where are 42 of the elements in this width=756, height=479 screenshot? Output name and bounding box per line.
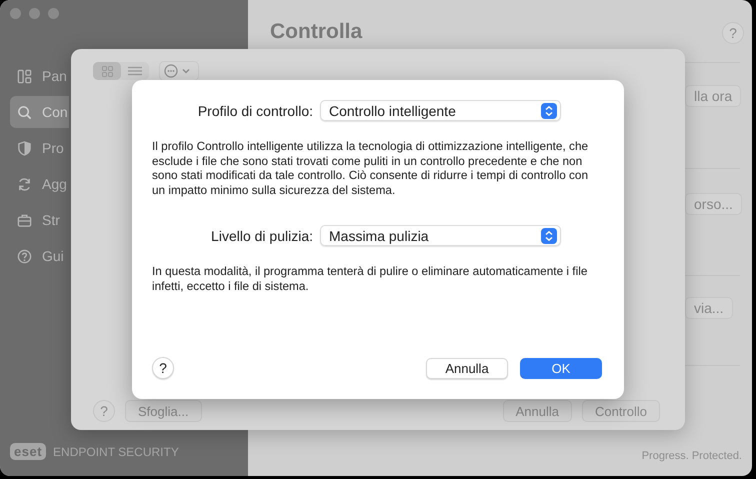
view-toggle[interactable] bbox=[93, 62, 149, 80]
dashboard-icon bbox=[17, 68, 32, 84]
zoom-window-button[interactable] bbox=[48, 8, 59, 19]
help-button[interactable]: ? bbox=[722, 22, 744, 44]
browse-button[interactable]: Sfoglia... bbox=[125, 400, 202, 422]
sidebar-item[interactable]: Pro bbox=[10, 132, 69, 164]
sidebar-item[interactable]: Str bbox=[10, 204, 69, 236]
shield-icon bbox=[17, 140, 32, 156]
sidebar-item[interactable]: Con bbox=[10, 96, 69, 128]
sidebar-item[interactable]: Pan bbox=[10, 60, 69, 92]
dropdown[interactable]: Massima pulizia bbox=[320, 225, 561, 246]
grid-icon bbox=[102, 66, 112, 76]
description-text: In questa modalità, il programma tenterà di pulire o eliminare automaticamente i file infetti, eccetto i file di sistema. bbox=[152, 264, 588, 293]
page-title: Controlla bbox=[270, 20, 362, 44]
ok-button[interactable]: OK bbox=[520, 358, 602, 378]
stepper-icon bbox=[541, 228, 557, 244]
action-button[interactable]: via... bbox=[685, 297, 733, 319]
cancel-button[interactable]: Annulla bbox=[426, 358, 508, 378]
dropdown[interactable]: Controllo intelligente bbox=[320, 100, 561, 121]
close-window-button[interactable] bbox=[10, 8, 21, 19]
sidebar-item[interactable]: Agg bbox=[10, 168, 69, 200]
search-icon bbox=[17, 104, 32, 120]
sidebar-item[interactable]: Gui bbox=[10, 240, 69, 272]
refresh-icon bbox=[17, 176, 32, 192]
stepper-icon bbox=[541, 102, 557, 118]
list-icon bbox=[128, 66, 142, 76]
logo-mark: eset bbox=[10, 443, 46, 460]
product-name: ENDPOINT SECURITY bbox=[53, 444, 179, 458]
help-button[interactable]: ? bbox=[93, 400, 115, 422]
field-label: Livello di pulizia: bbox=[210, 228, 313, 244]
sheet-button[interactable]: Controllo bbox=[582, 400, 660, 422]
action-button[interactable]: lla ora bbox=[685, 85, 742, 107]
minimize-window-button[interactable] bbox=[29, 8, 40, 19]
sheet-button[interactable]: Annulla bbox=[502, 400, 572, 422]
grid-view-button[interactable] bbox=[93, 62, 121, 80]
action-button[interactable]: orso... bbox=[685, 193, 742, 215]
description-text: Il profilo Controllo intelligente utilizza la tecnologia di ottimizzazione intelligente, che esclude i file che sono stati trovati come puliti in un controllo precedente e che non sono stati modificati da tale controllo. Ciò consente di ridurre i tempi di controllo con un impatto minimo sulla sicurezza del sistema. bbox=[152, 139, 590, 197]
field-label: Profilo di controllo: bbox=[196, 102, 313, 118]
tagline: Progress. Protected. bbox=[642, 450, 742, 462]
help-icon bbox=[17, 248, 32, 264]
briefcase-icon bbox=[17, 212, 32, 228]
help-button[interactable]: ? bbox=[152, 357, 174, 379]
